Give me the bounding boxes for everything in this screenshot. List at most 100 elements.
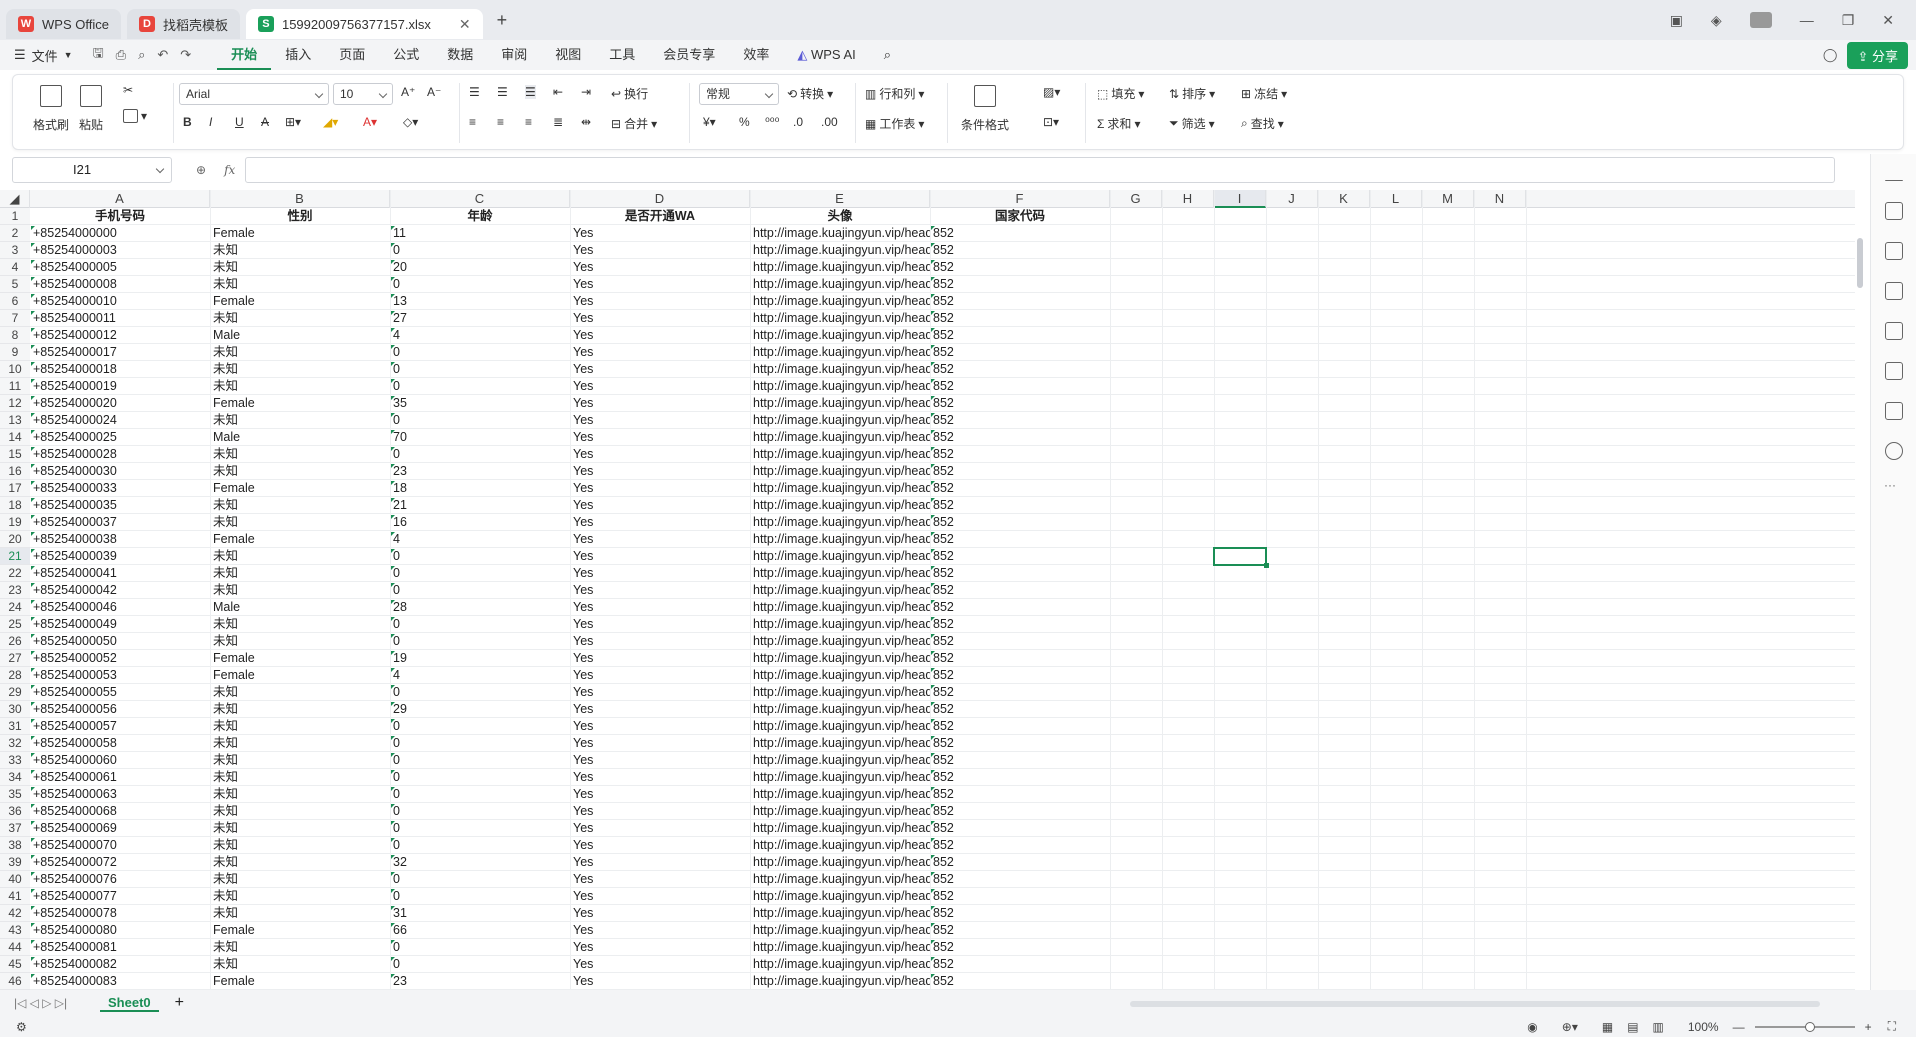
cell-D19[interactable]: Yes bbox=[570, 514, 750, 531]
cell-A13[interactable]: +85254000024 bbox=[30, 412, 210, 429]
cell-F37[interactable]: 852 bbox=[930, 820, 1110, 837]
zoom-level[interactable]: 100% bbox=[1688, 1020, 1719, 1034]
cell-B42[interactable]: 未知 bbox=[210, 905, 390, 922]
align-bottom-icon[interactable]: ☰ bbox=[525, 85, 536, 99]
number-format-select[interactable]: 常规 bbox=[699, 83, 779, 105]
underline-icon[interactable]: U bbox=[235, 115, 244, 129]
cell-E7[interactable]: http://image.kuajingyun.vip/headimg/8 bbox=[750, 310, 930, 327]
menu-start[interactable]: 开始 bbox=[217, 40, 272, 70]
cell-C9[interactable]: 0 bbox=[390, 344, 570, 361]
cell-F34[interactable]: 852 bbox=[930, 769, 1110, 786]
cell-A11[interactable]: +85254000019 bbox=[30, 378, 210, 395]
page-view-icon[interactable]: ▤ bbox=[1627, 1020, 1638, 1034]
align-middle-icon[interactable]: ☰ bbox=[497, 85, 508, 99]
cell-E27[interactable]: http://image.kuajingyun.vip/headimg/8 bbox=[750, 650, 930, 667]
cell-A45[interactable]: +85254000082 bbox=[30, 956, 210, 973]
cell-F44[interactable]: 852 bbox=[930, 939, 1110, 956]
cell-D17[interactable]: Yes bbox=[570, 480, 750, 497]
add-sheet-icon[interactable]: + bbox=[175, 994, 184, 1012]
cell-A24[interactable]: +85254000046 bbox=[30, 599, 210, 616]
cell-B44[interactable]: 未知 bbox=[210, 939, 390, 956]
cell-C18[interactable]: 21 bbox=[390, 497, 570, 514]
comment-icon[interactable]: ◯ bbox=[1823, 47, 1838, 63]
cell-A10[interactable]: +85254000018 bbox=[30, 361, 210, 378]
column-header-N[interactable]: N bbox=[1474, 190, 1526, 208]
close-window-icon[interactable]: ✕ bbox=[1882, 12, 1894, 29]
sort-button[interactable]: ⇅ 排序 ▾ bbox=[1169, 85, 1215, 102]
cell-C23[interactable]: 0 bbox=[390, 582, 570, 599]
cell-C44[interactable]: 0 bbox=[390, 939, 570, 956]
horizontal-scrollbar[interactable] bbox=[1130, 1001, 1820, 1007]
cell-A23[interactable]: +85254000042 bbox=[30, 582, 210, 599]
cell-E21[interactable]: http://image.kuajingyun.vip/headimg/8 bbox=[750, 548, 930, 565]
fx-icon[interactable]: fx bbox=[224, 163, 235, 177]
cell-B34[interactable]: 未知 bbox=[210, 769, 390, 786]
row-header[interactable]: 10 bbox=[0, 361, 30, 378]
row-col-button[interactable]: ▥ 行和列 ▾ bbox=[865, 85, 924, 102]
cell-E39[interactable]: http://image.kuajingyun.vip/headimg/8 bbox=[750, 854, 930, 871]
restore-icon[interactable]: ❐ bbox=[1842, 12, 1855, 29]
sheet-nav-icon[interactable]: |◁ ◁ ▷ ▷| bbox=[14, 996, 67, 1010]
row-header[interactable]: 29 bbox=[0, 684, 30, 701]
cell-F12[interactable]: 852 bbox=[930, 395, 1110, 412]
cell-A5[interactable]: +85254000008 bbox=[30, 276, 210, 293]
cell-E45[interactable]: http://image.kuajingyun.vip/headimg/8 bbox=[750, 956, 930, 973]
tools-icon[interactable] bbox=[1885, 362, 1903, 380]
font-family-select[interactable]: Arial bbox=[179, 83, 329, 105]
cell-D42[interactable]: Yes bbox=[570, 905, 750, 922]
cell-F2[interactable]: 852 bbox=[930, 225, 1110, 242]
zoom-formula-icon[interactable]: ⊕ bbox=[196, 163, 206, 177]
new-tab-icon[interactable]: + bbox=[497, 10, 508, 31]
cell-B46[interactable]: Female bbox=[210, 973, 390, 990]
cell-B21[interactable]: 未知 bbox=[210, 548, 390, 565]
row-header[interactable]: 21 bbox=[0, 548, 30, 565]
row-header[interactable]: 27 bbox=[0, 650, 30, 667]
row-header[interactable]: 7 bbox=[0, 310, 30, 327]
cell-B20[interactable]: Female bbox=[210, 531, 390, 548]
cell-C16[interactable]: 23 bbox=[390, 463, 570, 480]
cell-B41[interactable]: 未知 bbox=[210, 888, 390, 905]
row-header[interactable]: 15 bbox=[0, 446, 30, 463]
cut-icon[interactable]: ✂ bbox=[123, 83, 133, 97]
cell-B28[interactable]: Female bbox=[210, 667, 390, 684]
cell-B11[interactable]: 未知 bbox=[210, 378, 390, 395]
cell-D13[interactable]: Yes bbox=[570, 412, 750, 429]
cell-D45[interactable]: Yes bbox=[570, 956, 750, 973]
menu-insert[interactable]: 插入 bbox=[271, 40, 325, 70]
cell-D31[interactable]: Yes bbox=[570, 718, 750, 735]
cell-C39[interactable]: 32 bbox=[390, 854, 570, 871]
align-right-icon[interactable]: ≡ bbox=[525, 115, 532, 129]
cell-B17[interactable]: Female bbox=[210, 480, 390, 497]
cell-D2[interactable]: Yes bbox=[570, 225, 750, 242]
scroll-thumb[interactable] bbox=[1857, 238, 1863, 288]
cell-D46[interactable]: Yes bbox=[570, 973, 750, 990]
row-header[interactable]: 12 bbox=[0, 395, 30, 412]
row-header[interactable]: 32 bbox=[0, 735, 30, 752]
cell-E36[interactable]: http://image.kuajingyun.vip/headimg/8 bbox=[750, 803, 930, 820]
cell-E1[interactable]: 头像 bbox=[750, 208, 930, 225]
cell-F23[interactable]: 852 bbox=[930, 582, 1110, 599]
cell-C25[interactable]: 0 bbox=[390, 616, 570, 633]
align-center-icon[interactable]: ≡ bbox=[497, 115, 504, 129]
cell-B32[interactable]: 未知 bbox=[210, 735, 390, 752]
row-header[interactable]: 3 bbox=[0, 242, 30, 259]
cell-C20[interactable]: 4 bbox=[390, 531, 570, 548]
cell-A17[interactable]: +85254000033 bbox=[30, 480, 210, 497]
cell-F16[interactable]: 852 bbox=[930, 463, 1110, 480]
cell-C11[interactable]: 0 bbox=[390, 378, 570, 395]
cell-B23[interactable]: 未知 bbox=[210, 582, 390, 599]
cell-A1[interactable]: 手机号码 bbox=[30, 208, 210, 225]
cell-D24[interactable]: Yes bbox=[570, 599, 750, 616]
cell-F17[interactable]: 852 bbox=[930, 480, 1110, 497]
column-header-K[interactable]: K bbox=[1318, 190, 1370, 208]
cell-D34[interactable]: Yes bbox=[570, 769, 750, 786]
cell-C41[interactable]: 0 bbox=[390, 888, 570, 905]
cell-F45[interactable]: 852 bbox=[930, 956, 1110, 973]
cell-C46[interactable]: 23 bbox=[390, 973, 570, 990]
help-icon[interactable] bbox=[1885, 442, 1903, 460]
eye-icon[interactable]: ◉ bbox=[1527, 1020, 1537, 1034]
name-box[interactable]: I21 bbox=[12, 157, 172, 183]
justify-icon[interactable]: ≣ bbox=[553, 115, 563, 129]
formula-input[interactable] bbox=[245, 157, 1836, 183]
row-header[interactable]: 25 bbox=[0, 616, 30, 633]
